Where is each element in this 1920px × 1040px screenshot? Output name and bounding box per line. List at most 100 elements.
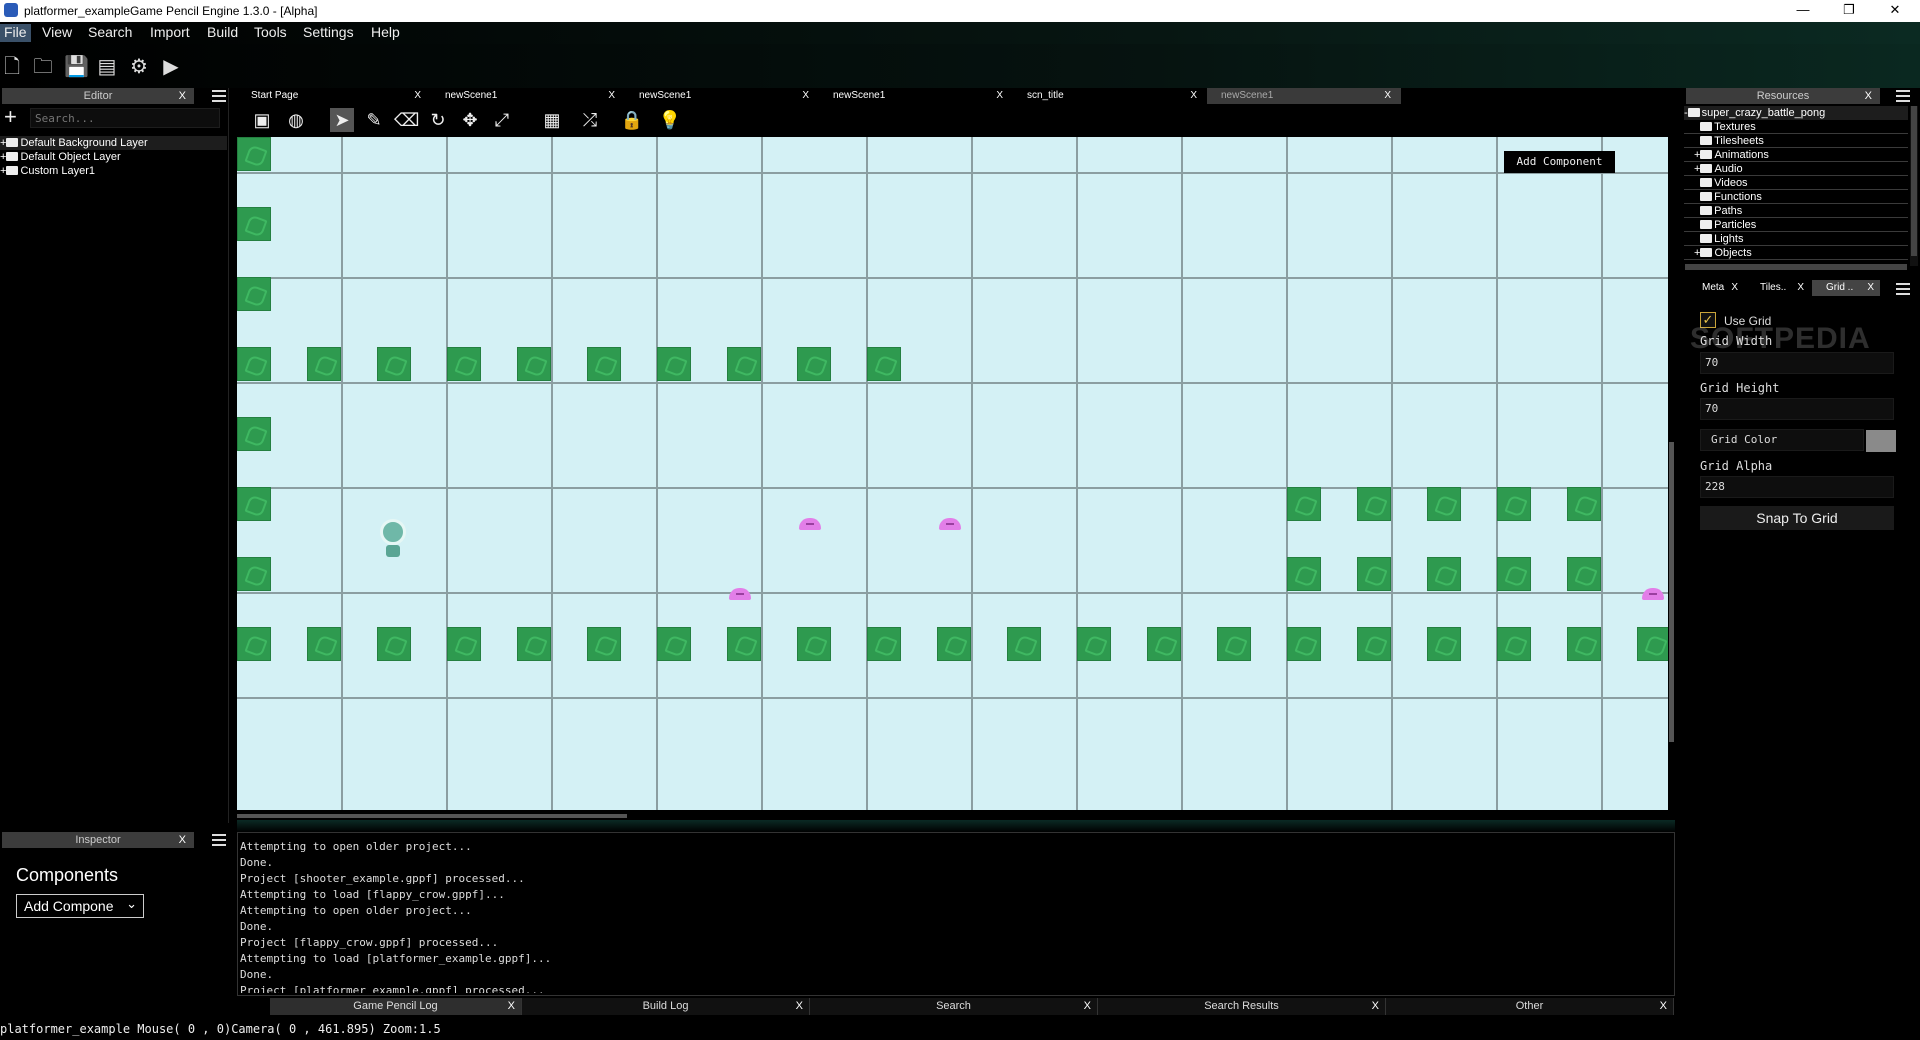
resources-menu-icon[interactable] xyxy=(1896,90,1910,102)
tab-close-button[interactable]: X xyxy=(1384,88,1391,104)
tab-meta[interactable]: Meta X xyxy=(1684,280,1744,296)
save-all-icon[interactable]: ▤ xyxy=(96,56,118,78)
grass-tile[interactable] xyxy=(517,347,551,381)
minimize-button[interactable]: — xyxy=(1780,0,1826,22)
resource-item[interactable]: Tilesheets xyxy=(1684,134,1908,148)
grass-tile[interactable] xyxy=(657,627,691,661)
grass-tile[interactable] xyxy=(1287,627,1321,661)
grass-tile[interactable] xyxy=(797,627,831,661)
resource-item[interactable]: Textures xyxy=(1684,120,1908,134)
layer-row[interactable]: + Default Background Layer xyxy=(0,136,227,150)
resources-horizontal-scrollbar[interactable] xyxy=(1685,264,1907,270)
grass-tile[interactable] xyxy=(587,347,621,381)
add-component-button[interactable]: Add Component xyxy=(1504,151,1615,173)
tab-scene[interactable]: scn_title X xyxy=(1013,88,1207,104)
tab-close-button[interactable]: X xyxy=(796,998,803,1015)
resource-item[interactable]: + Objects xyxy=(1684,246,1908,260)
open-folder-icon[interactable]: 🗀 xyxy=(32,56,54,78)
grass-tile[interactable] xyxy=(1497,627,1531,661)
grass-tile[interactable] xyxy=(237,207,271,241)
editor-menu-icon[interactable] xyxy=(212,90,226,102)
grass-tile[interactable] xyxy=(237,487,271,521)
inspector-close-button[interactable]: X xyxy=(179,832,186,848)
resources-close-button[interactable]: X xyxy=(1865,88,1872,104)
layer-row[interactable]: + Custom Layer1 xyxy=(0,164,95,178)
lightbulb-icon[interactable]: 💡 xyxy=(658,108,682,132)
grass-tile[interactable] xyxy=(1637,627,1668,661)
tab-close-button[interactable]: X xyxy=(1084,998,1091,1015)
enemy-sprite[interactable] xyxy=(939,518,961,530)
enemy-sprite[interactable] xyxy=(729,588,751,600)
add-layer-button[interactable]: + xyxy=(4,106,17,128)
lock-icon[interactable]: 🔒 xyxy=(620,108,644,132)
grass-tile[interactable] xyxy=(797,347,831,381)
close-window-button[interactable]: ✕ xyxy=(1872,0,1918,22)
new-file-icon[interactable]: 🗋 xyxy=(1,56,23,78)
resource-item[interactable]: Lights xyxy=(1684,232,1908,246)
grass-tile[interactable] xyxy=(1357,627,1391,661)
tab-search[interactable]: Search X xyxy=(810,998,1098,1015)
grass-tile[interactable] xyxy=(867,627,901,661)
menu-build[interactable]: Build xyxy=(203,24,242,42)
eraser-icon[interactable]: ⌫ xyxy=(394,108,419,132)
move-icon[interactable]: ✥ xyxy=(458,108,482,132)
editor-close-button[interactable]: X xyxy=(179,88,186,104)
pencil-icon[interactable]: ✎ xyxy=(362,108,386,132)
grass-tile[interactable] xyxy=(1427,487,1461,521)
menu-tools[interactable]: Tools xyxy=(250,24,291,42)
grass-tile[interactable] xyxy=(447,347,481,381)
splitter[interactable] xyxy=(237,820,1675,832)
grass-tile[interactable] xyxy=(657,347,691,381)
grass-tile[interactable] xyxy=(1287,487,1321,521)
grass-tile[interactable] xyxy=(1427,627,1461,661)
snap-to-grid-button[interactable]: Snap To Grid xyxy=(1700,506,1894,530)
palette-icon[interactable]: ◍ xyxy=(284,108,308,132)
grass-tile[interactable] xyxy=(1357,487,1391,521)
tab-game-pencil-log[interactable]: Game Pencil Log X xyxy=(270,998,522,1015)
resource-item[interactable]: Particles xyxy=(1684,218,1908,232)
tab-start-page[interactable]: Start Page X xyxy=(237,88,431,104)
grass-tile[interactable] xyxy=(1567,487,1601,521)
menu-settings[interactable]: Settings xyxy=(299,24,358,42)
grass-tile[interactable] xyxy=(1567,557,1601,591)
grass-tile[interactable] xyxy=(447,627,481,661)
scene-settings-icon[interactable]: ▣ xyxy=(250,108,274,132)
grid-tiles-icon[interactable]: ▦ xyxy=(540,108,564,132)
tab-other[interactable]: Other X xyxy=(1386,998,1674,1015)
save-icon[interactable]: 💾 xyxy=(64,56,89,78)
canvas-vertical-scrollbar[interactable] xyxy=(1668,137,1676,820)
tab-close-button[interactable]: X xyxy=(1660,998,1667,1015)
enemy-sprite[interactable] xyxy=(1642,588,1664,600)
grass-tile[interactable] xyxy=(727,627,761,661)
grass-tile[interactable] xyxy=(1147,627,1181,661)
tab-close-button[interactable]: X xyxy=(1797,280,1804,296)
resources-scroll-thumb[interactable] xyxy=(1911,106,1917,256)
grass-tile[interactable] xyxy=(1287,557,1321,591)
grass-tile[interactable] xyxy=(307,627,341,661)
grass-tile[interactable] xyxy=(1497,557,1531,591)
add-component-dropdown[interactable]: Add Compone ⌄ xyxy=(16,894,144,918)
layer-search-input[interactable] xyxy=(30,108,220,128)
scale-icon[interactable]: ⤢ xyxy=(490,108,514,132)
inspector-menu-icon[interactable] xyxy=(212,834,226,846)
gear-icon[interactable]: ⚙ xyxy=(128,56,150,78)
play-icon[interactable]: ▶ xyxy=(160,56,182,78)
grid-color-swatch[interactable] xyxy=(1866,430,1896,452)
layer-row[interactable]: + Default Object Layer xyxy=(0,150,121,164)
tab-close-button[interactable]: X xyxy=(1190,88,1197,104)
tab-grid[interactable]: Grid .. X xyxy=(1812,280,1880,296)
menu-search[interactable]: Search xyxy=(84,24,136,42)
tab-close-button[interactable]: X xyxy=(802,88,809,104)
grass-tile[interactable] xyxy=(377,627,411,661)
menu-view[interactable]: View xyxy=(38,24,76,42)
tab-scene-active[interactable]: newScene1 X xyxy=(1207,88,1401,104)
properties-menu-icon[interactable] xyxy=(1896,283,1910,295)
grass-tile[interactable] xyxy=(517,627,551,661)
resource-item[interactable]: Videos xyxy=(1684,176,1908,190)
resources-vertical-scrollbar[interactable] xyxy=(1910,106,1918,266)
player-sprite[interactable] xyxy=(378,519,406,559)
menu-file[interactable]: File xyxy=(0,24,31,42)
grass-tile[interactable] xyxy=(237,137,271,171)
resource-item[interactable]: Paths xyxy=(1684,204,1908,218)
grass-tile[interactable] xyxy=(867,347,901,381)
